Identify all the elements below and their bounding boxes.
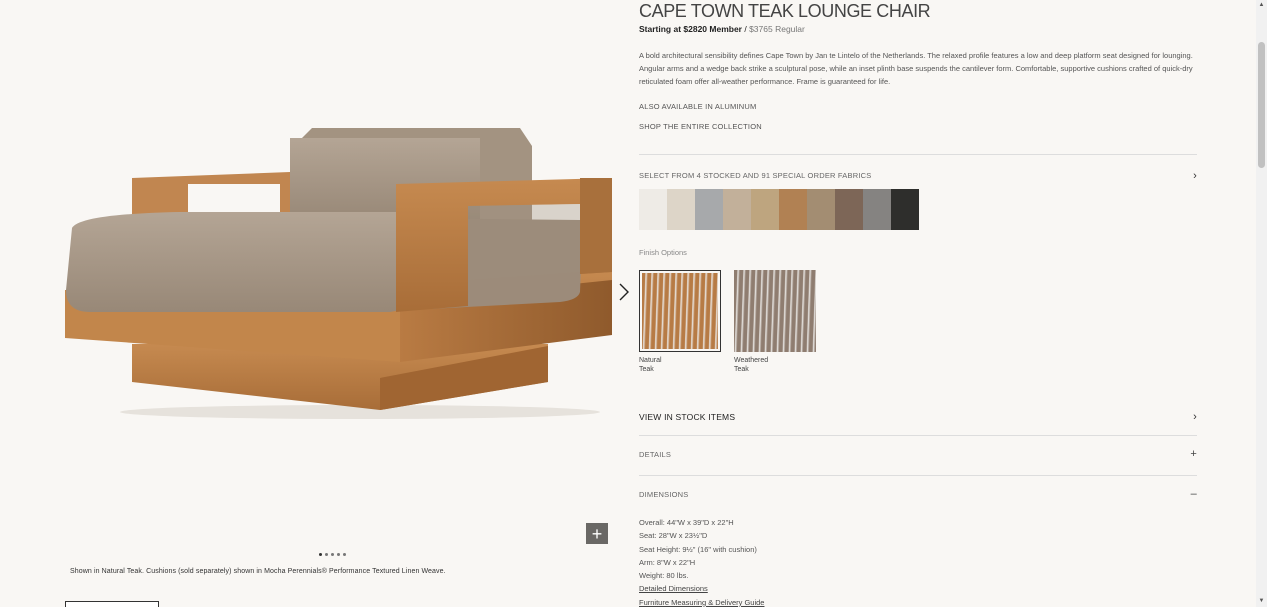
dimension-weight: Weight: 80 lbs.: [639, 571, 689, 581]
fabric-swatch[interactable]: [891, 189, 919, 230]
dimension-overall: Overall: 44"W x 39"D x 22"H: [639, 518, 734, 527]
fabric-swatch[interactable]: [667, 189, 695, 230]
pagination-dot[interactable]: [325, 553, 328, 556]
plus-icon: +: [1190, 448, 1197, 460]
product-price: Starting at $2820 Member / $3765 Regular: [639, 24, 805, 34]
fabric-swatch[interactable]: [723, 189, 751, 230]
detailed-dimensions-link[interactable]: Detailed Dimensions: [639, 582, 764, 595]
product-page: + Shown in Natural Teak. Cushions (sold …: [0, 0, 1267, 607]
fabric-swatch[interactable]: [695, 189, 723, 230]
in-stock-label: VIEW IN STOCK ITEMS: [639, 412, 736, 422]
price-separator: /: [741, 24, 750, 34]
zoom-plus-button[interactable]: +: [586, 523, 608, 544]
divider: [639, 435, 1197, 436]
finish-swatch: [734, 270, 816, 352]
dimension-seat-height: Seat Height: 9½" (16" with cushion): [639, 544, 757, 554]
product-title: CAPE TOWN TEAK LOUNGE CHAIR: [639, 1, 931, 21]
scroll-up-arrow-icon[interactable]: ▲: [1256, 0, 1267, 11]
pagination-dot[interactable]: [319, 553, 322, 556]
fabric-swatch[interactable]: [835, 189, 863, 230]
finish-option-weathered-teak[interactable]: Weathered Teak: [734, 270, 816, 374]
finish-label: Weathered Teak: [734, 357, 774, 374]
pagination-dot[interactable]: [337, 553, 340, 556]
dimension-arm: Arm: 8"W x 22"H: [639, 557, 696, 567]
scroll-down-arrow-icon[interactable]: ▼: [1256, 596, 1267, 607]
finish-label: Natural Teak: [639, 357, 679, 374]
pagination-dot[interactable]: [331, 553, 334, 556]
chevron-right-icon: [619, 283, 629, 301]
page-scrollbar[interactable]: ▲ ▼: [1256, 0, 1267, 607]
fabric-selector-heading[interactable]: SELECT FROM 4 STOCKED AND 91 SPECIAL ORD…: [639, 170, 1197, 182]
image-caption: Shown in Natural Teak. Cushions (sold se…: [70, 568, 446, 575]
details-label: DETAILS: [639, 450, 672, 459]
measuring-delivery-guide-link[interactable]: Furniture Measuring & Delivery Guide: [639, 596, 764, 607]
dimensions-accordion[interactable]: DIMENSIONS –: [639, 488, 1197, 500]
next-image-arrow[interactable]: [614, 280, 634, 304]
finish-label-line: Teak: [734, 365, 749, 373]
gallery-pagination-dots: [319, 553, 346, 556]
finish-label-line: Natural: [639, 357, 662, 364]
regular-price: $3765 Regular: [749, 24, 805, 34]
chevron-right-icon: ›: [1193, 170, 1197, 182]
dimensions-label: DIMENSIONS: [639, 490, 689, 499]
view-in-stock-items-link[interactable]: VIEW IN STOCK ITEMS ›: [639, 411, 1197, 423]
finish-option-natural-teak[interactable]: Natural Teak: [639, 270, 721, 374]
divider: [639, 154, 1197, 155]
product-description: A bold architectural sensibility defines…: [639, 51, 1193, 87]
dimension-seat: Seat: 28"W x 23½"D: [639, 531, 708, 541]
product-gallery: + Shown in Natural Teak. Cushions (sold …: [0, 0, 629, 607]
minus-icon: –: [1190, 488, 1197, 500]
fabric-swatches: [639, 189, 919, 230]
shop-collection-link[interactable]: SHOP THE ENTIRE COLLECTION: [639, 122, 762, 131]
finish-options-label: Finish Options: [639, 248, 687, 257]
chevron-right-icon: ›: [1193, 411, 1197, 423]
finish-label-line: Weathered: [734, 357, 769, 364]
finish-label-line: Teak: [639, 365, 654, 373]
finish-swatch: [639, 270, 721, 352]
fabric-selector-label: SELECT FROM 4 STOCKED AND 91 SPECIAL ORD…: [639, 171, 872, 180]
product-image-teak-lounge-chair[interactable]: [60, 120, 616, 420]
finish-swatch-fill: [642, 273, 718, 349]
member-price: Starting at $2820 Member: [639, 24, 742, 34]
fabric-swatch[interactable]: [639, 189, 667, 230]
bottom-action-button[interactable]: [65, 601, 159, 607]
details-accordion[interactable]: DETAILS +: [639, 448, 1197, 460]
finish-swatch-fill: [734, 270, 816, 352]
fabric-swatch[interactable]: [807, 189, 835, 230]
also-available-aluminum-link[interactable]: ALSO AVAILABLE IN ALUMINUM: [639, 102, 756, 111]
scrollbar-thumb[interactable]: [1258, 42, 1265, 168]
dimensions-list: Overall: 44"W x 39"D x 22"H Seat: 28"W x…: [639, 516, 764, 607]
fabric-swatch[interactable]: [779, 189, 807, 230]
fabric-swatch[interactable]: [751, 189, 779, 230]
divider: [639, 475, 1197, 476]
fabric-swatch[interactable]: [863, 189, 891, 230]
pagination-dot[interactable]: [343, 553, 346, 556]
